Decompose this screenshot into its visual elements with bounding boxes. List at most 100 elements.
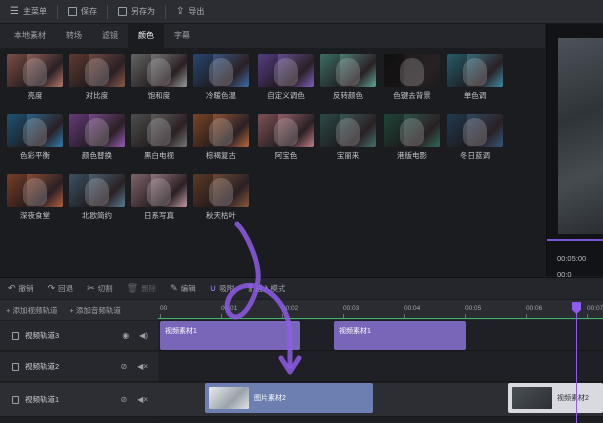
filter-tile[interactable]: 黑白电视 bbox=[131, 114, 187, 160]
tab-local-media[interactable]: 本地素材 bbox=[4, 24, 56, 48]
track-lane-video3[interactable]: 视频素材1 视频素材1 bbox=[158, 321, 603, 351]
filter-label: 黑白电视 bbox=[144, 151, 174, 160]
thumbnail-face bbox=[147, 58, 171, 86]
time-ruler[interactable]: 00 00:01 00:02 00:03 00:04 00:05 00:06 00:07 bbox=[158, 300, 603, 320]
magnet-icon: ∪ bbox=[209, 283, 217, 293]
filter-thumbnail bbox=[69, 114, 125, 147]
redo-button[interactable]: ↷ 回退 bbox=[48, 283, 74, 294]
timeline-clip[interactable]: 图片素材2 bbox=[205, 383, 373, 413]
eye-icon[interactable]: ◉ bbox=[122, 331, 129, 340]
lock-icon[interactable] bbox=[12, 362, 19, 371]
eye-hidden-icon[interactable]: ⊘ bbox=[120, 362, 127, 371]
clip-thumbnail bbox=[209, 387, 249, 409]
filter-tile[interactable]: 亮度 bbox=[7, 54, 63, 100]
thumbnail-face bbox=[85, 58, 109, 86]
filter-tile[interactable]: 冬日蓝调 bbox=[447, 114, 503, 160]
add-video-track-button[interactable]: + 添加视频轨道 bbox=[0, 305, 63, 316]
add-audio-track-button[interactable]: + 添加音频轨道 bbox=[63, 305, 126, 316]
thumbnail-face bbox=[400, 118, 424, 146]
main-menu-button[interactable]: ☰ 主菜单 bbox=[0, 0, 57, 24]
filter-tile[interactable]: 秋天枯叶 bbox=[193, 174, 249, 220]
filter-tile[interactable]: 日系写真 bbox=[131, 174, 187, 220]
filter-thumbnail bbox=[320, 54, 376, 87]
edit-toolbar: ↶ 撤销 ↷ 回退 ✂ 切割 🗑 删除 ✎ 编辑 ∪ 吸附 ⫼ 插入模式 bbox=[0, 277, 603, 299]
thumbnail-face bbox=[209, 178, 233, 206]
filter-thumbnail bbox=[7, 54, 63, 87]
filter-tile[interactable]: 北欧简约 bbox=[69, 174, 125, 220]
filter-tile[interactable]: 冷暖色温 bbox=[193, 54, 249, 100]
magnet-button[interactable]: ∪ 吸附 bbox=[210, 283, 235, 294]
filter-thumbnail bbox=[131, 174, 187, 207]
save-as-button[interactable]: 另存为 bbox=[108, 0, 165, 24]
filter-label: 色彩平衡 bbox=[20, 151, 50, 160]
filter-thumbnail bbox=[69, 174, 125, 207]
export-button[interactable]: ⇪ 导出 bbox=[166, 0, 214, 24]
undo-label: 撤销 bbox=[18, 284, 34, 293]
speaker-mute-icon[interactable]: ◀× bbox=[137, 395, 148, 404]
filter-thumbnail bbox=[193, 174, 249, 207]
filter-label: 阿宝色 bbox=[274, 151, 298, 160]
filter-label: 自定义调色 bbox=[267, 91, 305, 100]
edit-button[interactable]: ✎ 编辑 bbox=[170, 283, 196, 294]
filter-tile[interactable]: 反转颜色 bbox=[320, 54, 376, 100]
track-name: 视频轨道1 bbox=[25, 395, 60, 404]
tab-color[interactable]: 颜色 bbox=[128, 24, 164, 48]
filter-tile[interactable]: 色彩平衡 bbox=[7, 114, 63, 160]
save-label: 保存 bbox=[80, 7, 97, 16]
tab-transitions[interactable]: 转场 bbox=[56, 24, 92, 48]
filter-label: 深夜食堂 bbox=[20, 211, 50, 220]
filter-label: 棕褐复古 bbox=[206, 151, 236, 160]
filter-thumbnail bbox=[258, 114, 314, 147]
eye-hidden-icon[interactable]: ⊘ bbox=[120, 395, 127, 404]
thumbnail-face bbox=[209, 118, 233, 146]
filter-tile[interactable]: 饱和度 bbox=[131, 54, 187, 100]
filter-tile[interactable]: 颜色替换 bbox=[69, 114, 125, 160]
filter-tile[interactable]: 宝丽来 bbox=[320, 114, 376, 160]
delete-button[interactable]: 🗑 删除 bbox=[127, 283, 156, 294]
lock-icon[interactable] bbox=[12, 395, 19, 404]
filter-thumbnail bbox=[69, 54, 125, 87]
timeline-clip[interactable]: 视频素材2 bbox=[508, 383, 603, 413]
filter-thumbnail bbox=[193, 114, 249, 147]
filter-label: 宝丽来 bbox=[336, 151, 360, 160]
thumbnail-face bbox=[23, 178, 47, 206]
filter-tile[interactable]: 棕褐复古 bbox=[193, 114, 249, 160]
track-lane-video1[interactable]: 图片素材2 视频素材2 bbox=[158, 383, 603, 417]
add-track-buttons: + 添加视频轨道 + 添加音频轨道 bbox=[0, 300, 158, 320]
filter-thumbnail bbox=[447, 114, 503, 147]
filter-thumbnail bbox=[131, 114, 187, 147]
tab-subtitles[interactable]: 字幕 bbox=[164, 24, 200, 48]
clip-thumbnail bbox=[512, 387, 552, 409]
save-button[interactable]: 保存 bbox=[58, 0, 107, 24]
track-lane-video2[interactable] bbox=[158, 352, 603, 382]
lock-icon[interactable] bbox=[12, 331, 19, 340]
filter-tile[interactable]: 深夜食堂 bbox=[7, 174, 63, 220]
filter-thumbnail bbox=[320, 114, 376, 147]
speaker-icon[interactable]: ◀) bbox=[139, 331, 148, 340]
tab-filters[interactable]: 滤镜 bbox=[92, 24, 128, 48]
speaker-mute-icon[interactable]: ◀× bbox=[137, 362, 148, 371]
filter-tile[interactable]: 港版电影 bbox=[384, 114, 440, 160]
filter-tile[interactable]: 自定义调色 bbox=[258, 54, 314, 100]
insert-mode-button[interactable]: ⫼ 插入模式 bbox=[248, 283, 285, 294]
thumbnail-face bbox=[336, 58, 360, 86]
filter-label: 秋天枯叶 bbox=[206, 211, 236, 220]
filter-tile[interactable]: 色键去背景 bbox=[384, 54, 440, 100]
filter-label: 色键去背景 bbox=[393, 91, 431, 100]
insert-mode-label: 插入模式 bbox=[255, 284, 286, 293]
cut-button[interactable]: ✂ 切割 bbox=[87, 283, 113, 294]
undo-button[interactable]: ↶ 撤销 bbox=[8, 283, 34, 294]
playhead-line[interactable] bbox=[576, 302, 577, 423]
redo-label: 回退 bbox=[58, 284, 74, 293]
thumbnail-face bbox=[23, 58, 47, 86]
timeline-clip[interactable]: 视频素材1 bbox=[334, 321, 466, 350]
ruler-tick-label: 00:01 bbox=[221, 305, 238, 312]
filter-tile[interactable]: 阿宝色 bbox=[258, 114, 314, 160]
filter-tile[interactable]: 单色调 bbox=[447, 54, 503, 100]
filter-label: 冬日蓝调 bbox=[460, 151, 490, 160]
filter-tile[interactable]: 对比度 bbox=[69, 54, 125, 100]
preview-progress-bar[interactable] bbox=[547, 239, 603, 241]
filter-label: 日系写真 bbox=[144, 211, 174, 220]
clip-label: 视频素材1 bbox=[165, 328, 197, 335]
timeline-clip[interactable]: 视频素材1 bbox=[160, 321, 300, 350]
